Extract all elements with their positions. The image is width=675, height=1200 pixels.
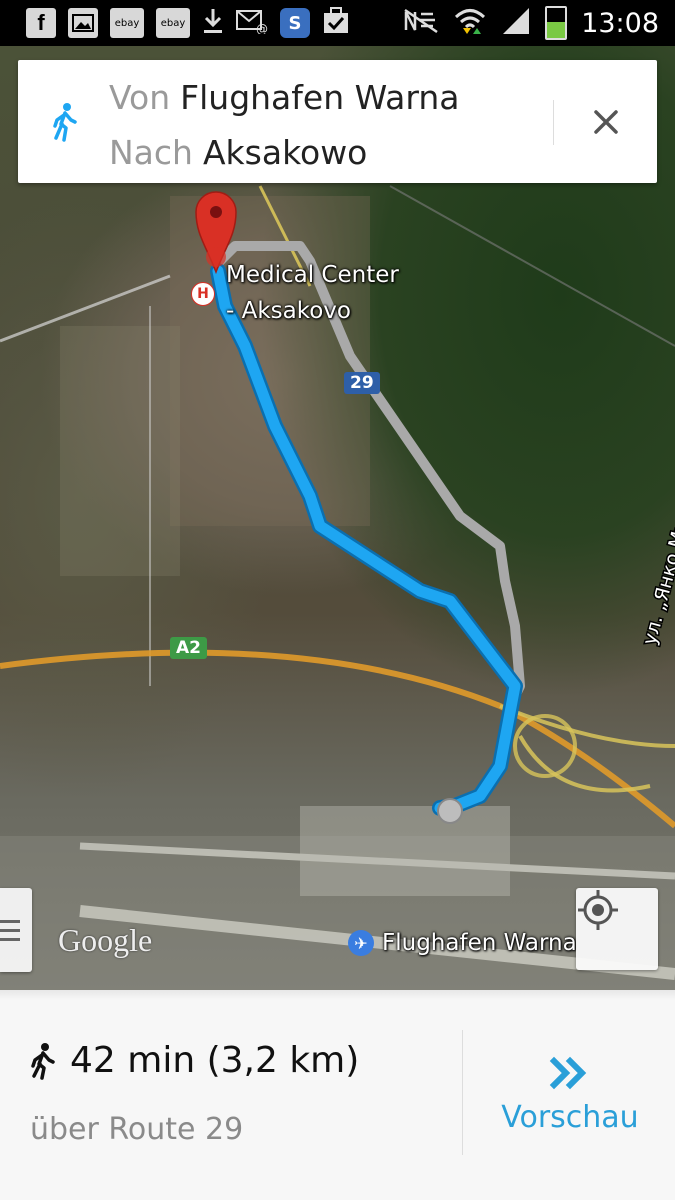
map-overlay: ул. „Янко Мустаков" <box>0 185 675 990</box>
road-a2-shield: A2 <box>170 637 207 659</box>
destination-label-line2: - Aksakovo <box>226 298 351 324</box>
svg-text:@: @ <box>256 22 268 34</box>
preview-label: Vorschau <box>501 1099 639 1135</box>
hospital-icon[interactable]: H <box>191 282 215 306</box>
map-view[interactable]: ул. „Янко Мустаков" H Medical Center - A… <box>0 46 675 990</box>
trip-summary: 42 min (3,2 km) <box>30 1040 359 1081</box>
email-icon: @ <box>236 8 268 38</box>
divider <box>462 1030 463 1155</box>
route-from[interactable]: Von Flughafen Warna <box>109 78 459 117</box>
road-29-shield: 29 <box>344 372 380 394</box>
preview-button[interactable]: Vorschau <box>470 1030 670 1160</box>
my-location-button[interactable] <box>576 888 658 970</box>
wifi-icon <box>453 6 487 40</box>
ebay-icon: ebay <box>110 8 144 38</box>
airport-label: Flughafen Warna <box>382 930 577 956</box>
walk-icon[interactable] <box>52 102 78 146</box>
clock: 13:08 <box>581 7 659 39</box>
route-card: Von Flughafen Warna Nach Aksakowo <box>18 60 657 183</box>
to-label: Nach <box>109 133 193 172</box>
destination-label: Medical Center <box>226 262 399 288</box>
skype-icon: S <box>280 8 310 38</box>
duration-distance: 42 min (3,2 km) <box>70 1040 360 1081</box>
airplane-icon: ✈ <box>348 930 374 956</box>
my-location-icon <box>578 890 618 930</box>
ebay-icon: ebay <box>156 8 190 38</box>
route-summary-panel[interactable]: 42 min (3,2 km) über Route 29 Vorschau <box>0 990 675 1200</box>
route-via: über Route 29 <box>30 1112 244 1147</box>
task-icon <box>322 7 352 39</box>
close-icon <box>594 110 618 134</box>
facebook-icon: f <box>26 8 56 38</box>
status-bar: f ebay ebay @ S 13:08 <box>0 0 675 46</box>
double-chevron-right-icon <box>549 1056 587 1089</box>
menu-icon <box>0 919 20 923</box>
battery-charging-icon <box>545 6 568 40</box>
gallery-icon <box>68 8 98 38</box>
signal-icon <box>501 6 531 40</box>
from-label: Von <box>109 78 171 117</box>
from-value: Flughafen Warna <box>180 78 460 117</box>
street-label: ул. „Янко Мустаков" <box>639 445 675 648</box>
to-value: Aksakowo <box>202 133 368 172</box>
walk-icon <box>31 1042 55 1080</box>
google-logo: Google <box>58 922 153 958</box>
divider <box>553 100 554 145</box>
side-menu-button[interactable] <box>0 888 32 972</box>
download-icon <box>202 7 224 39</box>
mute-icon <box>403 8 439 38</box>
airport-marker[interactable]: ✈ Flughafen Warna <box>348 930 577 956</box>
close-button[interactable] <box>578 94 634 150</box>
route-to[interactable]: Nach Aksakowo <box>109 133 367 172</box>
